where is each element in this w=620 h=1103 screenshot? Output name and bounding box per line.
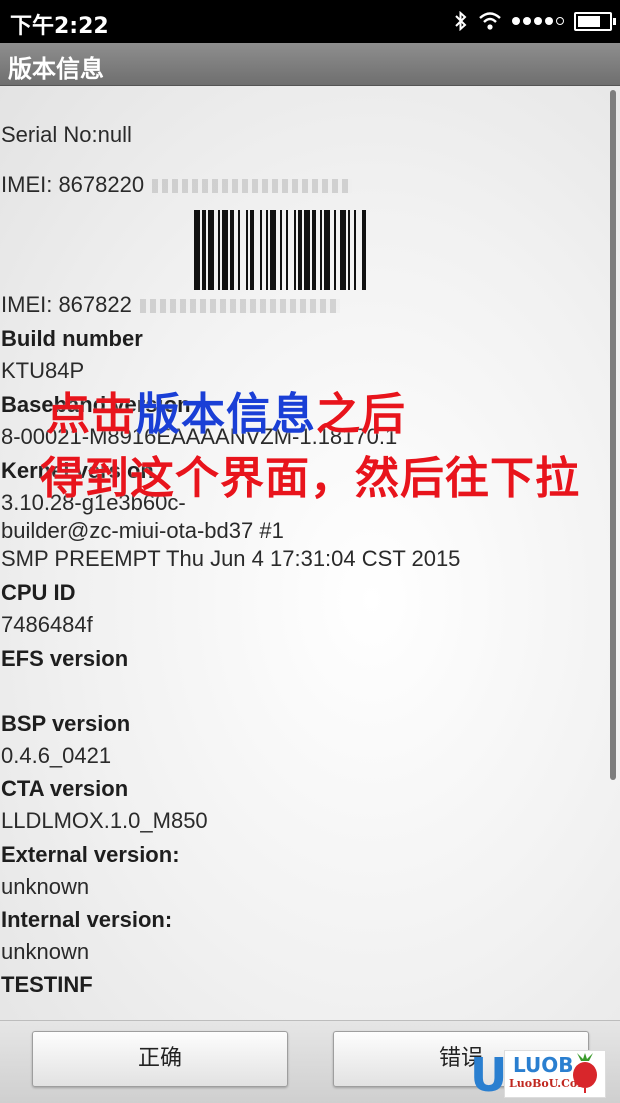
- cpu-id-value: 7486484f: [1, 612, 93, 637]
- watermark-box: LUOB LuoBoU.CoM: [504, 1050, 606, 1098]
- kernel-version-value-3: SMP PREEMPT Thu Jun 4 17:31:04 CST 2015: [1, 546, 461, 571]
- status-icons: [454, 8, 616, 34]
- testinf-label: TESTINF: [1, 972, 93, 997]
- imei-line-1-text: IMEI: 8678220: [1, 172, 145, 197]
- cta-version-label: CTA version: [1, 776, 129, 801]
- kernel-version-value-2: builder@zc-miui-ota-bd37 #1: [1, 518, 284, 543]
- annotation-line-2: 得到这个界面，然后往下拉: [40, 442, 580, 506]
- radish-icon: [573, 1053, 597, 1093]
- battery-icon: [574, 11, 616, 31]
- page-title: 版本信息: [8, 55, 104, 83]
- wifi-icon: [479, 12, 501, 30]
- annotation-text-blue: 版本信息: [136, 389, 316, 440]
- watermark-brand: LUOB: [513, 1053, 574, 1077]
- annotation-text-red: 之后: [316, 389, 406, 440]
- watermark-u-glyph: U: [470, 1048, 508, 1102]
- efs-version-label: EFS version: [1, 646, 129, 671]
- scrollbar[interactable]: [610, 90, 616, 780]
- annotation-text-red: 得到这个界面，然后往下拉: [40, 453, 580, 504]
- bsp-version-value: 0.4.6_0421: [1, 743, 112, 768]
- imei-line-2-text: IMEI: 867822: [1, 292, 132, 317]
- version-info-content[interactable]: Serial No:null IMEI: 8678220 IMEI: 86782…: [0, 86, 620, 1020]
- imei-redaction: [152, 179, 353, 194]
- imei-barcode: [194, 210, 366, 290]
- correct-button[interactable]: 正确: [32, 1031, 288, 1087]
- annotation-line-1: 点击版本信息之后: [46, 378, 406, 442]
- cta-version-value: LLDLMOX.1.0_M850: [1, 808, 208, 833]
- cpu-id-label: CPU ID: [1, 580, 76, 605]
- bsp-version-label: BSP version: [1, 711, 131, 736]
- external-version-label: External version:: [1, 842, 180, 867]
- imei-line-1: IMEI: 8678220: [1, 172, 353, 198]
- serial-number: Serial No:null: [1, 122, 132, 147]
- build-number-label: Build number: [1, 326, 143, 351]
- annotation-text-red: 点击: [46, 389, 136, 440]
- signal-icon: [512, 17, 564, 25]
- external-version-value: unknown: [1, 874, 90, 899]
- internal-version-label: Internal version:: [1, 907, 173, 932]
- status-time: 下午2:22: [10, 14, 109, 39]
- internal-version-value: unknown: [1, 939, 90, 964]
- watermark-logo: U LUOB LuoBoU.CoM: [470, 1046, 616, 1102]
- imei-redaction: [139, 299, 340, 314]
- imei-line-2: IMEI: 867822: [1, 292, 340, 318]
- bluetooth-icon: [455, 11, 467, 31]
- status-bar: 下午2:22: [0, 0, 620, 43]
- title-bar: 版本信息: [0, 43, 620, 86]
